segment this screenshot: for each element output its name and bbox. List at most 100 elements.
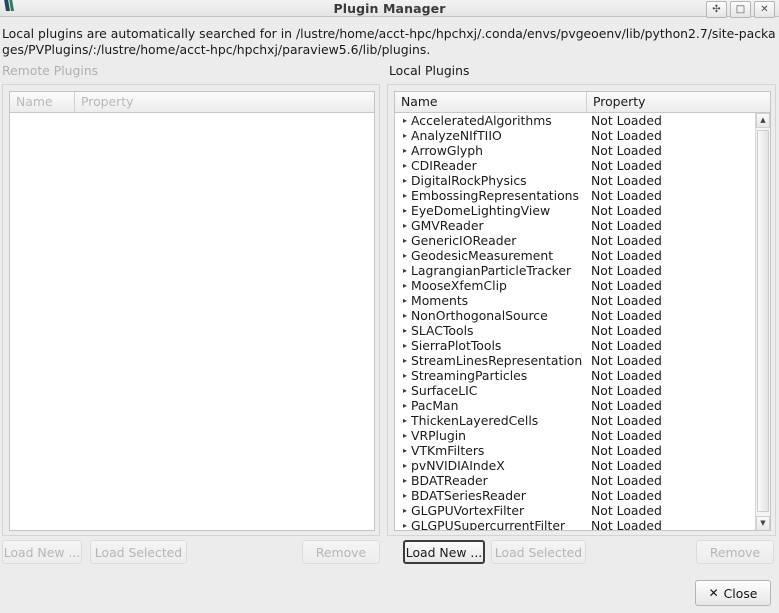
plugin-name-cell: VRPlugin: [411, 428, 467, 443]
expand-arrow-icon[interactable]: ▸: [395, 341, 411, 350]
expand-arrow-icon[interactable]: ▸: [395, 206, 411, 215]
expand-arrow-icon[interactable]: ▸: [395, 521, 411, 530]
shade-button[interactable]: ✣: [706, 1, 727, 18]
plugin-name-cell: GLGPUSupercurrentFilter: [411, 518, 566, 531]
maximize-button[interactable]: □: [730, 1, 751, 18]
expand-arrow-icon[interactable]: ▸: [395, 161, 411, 170]
expand-arrow-icon[interactable]: ▸: [395, 506, 411, 515]
close-window-button[interactable]: ✕: [754, 1, 775, 18]
remote-column-property[interactable]: Property: [75, 92, 374, 112]
plugin-name-cell: pvNVIDIAIndeX: [411, 458, 505, 473]
plugin-name-cell: PacMan: [411, 398, 459, 413]
expand-arrow-icon[interactable]: ▸: [395, 371, 411, 380]
local-load-selected-button[interactable]: Load Selected: [491, 540, 586, 564]
expand-arrow-icon[interactable]: ▸: [395, 491, 411, 500]
table-row[interactable]: ▸ AcceleratedAlgorithms Not Loaded: [395, 113, 770, 128]
local-column-property[interactable]: Property: [587, 92, 770, 112]
local-tree-scrollbar[interactable]: ▲ ▼: [755, 113, 770, 530]
table-row[interactable]: ▸ GeodesicMeasurement Not Loaded: [395, 248, 770, 263]
expand-arrow-icon[interactable]: ▸: [395, 296, 411, 305]
table-row[interactable]: ▸ SLACTools Not Loaded: [395, 323, 770, 338]
table-row[interactable]: ▸ pvNVIDIAIndeX Not Loaded: [395, 458, 770, 473]
expand-arrow-icon[interactable]: ▸: [395, 221, 411, 230]
table-row[interactable]: ▸ VTKmFilters Not Loaded: [395, 443, 770, 458]
table-row[interactable]: ▸ StreamingParticles Not Loaded: [395, 368, 770, 383]
plugin-name-cell: GeodesicMeasurement: [411, 248, 554, 263]
table-row[interactable]: ▸ VRPlugin Not Loaded: [395, 428, 770, 443]
remote-load-selected-button[interactable]: Load Selected: [90, 540, 187, 564]
plugin-search-path-description: Local plugins are automatically searched…: [2, 26, 776, 57]
expand-arrow-icon[interactable]: ▸: [395, 476, 411, 485]
expand-arrow-icon[interactable]: ▸: [395, 236, 411, 245]
plugin-status-cell: Not Loaded: [591, 158, 662, 173]
table-row[interactable]: ▸ AnalyzeNIfTIIO Not Loaded: [395, 128, 770, 143]
table-row[interactable]: ▸ ArrowGlyph Not Loaded: [395, 143, 770, 158]
expand-arrow-icon[interactable]: ▸: [395, 191, 411, 200]
remote-tree-body: [10, 113, 374, 530]
remote-plugins-tree[interactable]: Name Property: [9, 91, 375, 531]
table-row[interactable]: ▸ GMVReader Not Loaded: [395, 218, 770, 233]
table-row[interactable]: ▸ BDATSeriesReader Not Loaded: [395, 488, 770, 503]
expand-arrow-icon[interactable]: ▸: [395, 146, 411, 155]
table-row[interactable]: ▸ GLGPUSupercurrentFilter Not Loaded: [395, 518, 770, 531]
table-row[interactable]: ▸ ThickenLayeredCells Not Loaded: [395, 413, 770, 428]
plugin-status-cell: Not Loaded: [591, 203, 662, 218]
expand-arrow-icon[interactable]: ▸: [395, 326, 411, 335]
plugin-status-cell: Not Loaded: [591, 128, 662, 143]
expand-arrow-icon[interactable]: ▸: [395, 251, 411, 260]
local-plugins-tree[interactable]: Name Property ▸ AcceleratedAlgorithms Not …: [394, 91, 771, 531]
plugin-name-cell: SurfaceLIC: [411, 383, 478, 398]
expand-arrow-icon[interactable]: ▸: [395, 386, 411, 395]
expand-arrow-icon[interactable]: ▸: [395, 461, 411, 470]
expand-arrow-icon[interactable]: ▸: [395, 401, 411, 410]
plugin-name-cell: LagrangianParticleTracker: [411, 263, 572, 278]
expand-arrow-icon[interactable]: ▸: [395, 416, 411, 425]
expand-arrow-icon[interactable]: ▸: [395, 281, 411, 290]
remote-remove-button[interactable]: Remove: [302, 540, 380, 564]
table-row[interactable]: ▸ Moments Not Loaded: [395, 293, 770, 308]
table-row[interactable]: ▸ GLGPUVortexFilter Not Loaded: [395, 503, 770, 518]
expand-arrow-icon[interactable]: ▸: [395, 266, 411, 275]
plugin-name-cell: ThickenLayeredCells: [411, 413, 539, 428]
scroll-up-arrow-icon[interactable]: ▲: [756, 113, 770, 128]
table-row[interactable]: ▸ GenericIOReader Not Loaded: [395, 233, 770, 248]
expand-arrow-icon[interactable]: ▸: [395, 446, 411, 455]
remote-plugins-group: Name Property: [2, 84, 380, 536]
scrollbar-thumb[interactable]: [757, 130, 769, 512]
remote-load-new-button[interactable]: Load New ...: [2, 540, 82, 564]
expand-arrow-icon[interactable]: ▸: [395, 431, 411, 440]
expand-arrow-icon[interactable]: ▸: [395, 356, 411, 365]
expand-arrow-icon[interactable]: ▸: [395, 176, 411, 185]
local-column-name[interactable]: Name: [395, 92, 587, 112]
plugin-name-cell: SierraPlotTools: [411, 338, 502, 353]
expand-arrow-icon[interactable]: ▸: [395, 311, 411, 320]
local-remove-button[interactable]: Remove: [696, 540, 774, 564]
remote-column-name[interactable]: Name: [10, 92, 75, 112]
table-row[interactable]: ▸ EyeDomeLightingView Not Loaded: [395, 203, 770, 218]
close-x-icon: ✕: [708, 586, 719, 600]
local-plugins-label: Local Plugins: [389, 63, 470, 78]
table-row[interactable]: ▸ StreamLinesRepresentation Not Loaded: [395, 353, 770, 368]
close-button-label: Close: [723, 585, 758, 601]
local-load-new-button[interactable]: Load New ...: [403, 540, 485, 564]
window-titlebar[interactable]: Plugin Manager ✣ □ ✕: [0, 0, 779, 18]
plugin-status-cell: Not Loaded: [591, 383, 662, 398]
plugin-status-cell: Not Loaded: [591, 473, 662, 488]
scroll-down-arrow-icon[interactable]: ▼: [756, 516, 770, 530]
table-row[interactable]: ▸ LagrangianParticleTracker Not Loaded: [395, 263, 770, 278]
close-button[interactable]: ✕ Close: [695, 580, 771, 606]
expand-arrow-icon[interactable]: ▸: [395, 131, 411, 140]
table-row[interactable]: ▸ DigitalRockPhysics Not Loaded: [395, 173, 770, 188]
table-row[interactable]: ▸ PacMan Not Loaded: [395, 398, 770, 413]
plugin-status-cell: Not Loaded: [591, 368, 662, 383]
table-row[interactable]: ▸ EmbossingRepresentations Not Loaded: [395, 188, 770, 203]
table-row[interactable]: ▸ SurfaceLIC Not Loaded: [395, 383, 770, 398]
table-row[interactable]: ▸ NonOrthogonalSource Not Loaded: [395, 308, 770, 323]
expand-arrow-icon[interactable]: ▸: [395, 116, 411, 125]
table-row[interactable]: ▸ SierraPlotTools Not Loaded: [395, 338, 770, 353]
table-row[interactable]: ▸ MooseXfemClip Not Loaded: [395, 278, 770, 293]
plugin-status-cell: Not Loaded: [591, 263, 662, 278]
table-row[interactable]: ▸ BDATReader Not Loaded: [395, 473, 770, 488]
table-row[interactable]: ▸ CDIReader Not Loaded: [395, 158, 770, 173]
plugin-status-cell: Not Loaded: [591, 413, 662, 428]
